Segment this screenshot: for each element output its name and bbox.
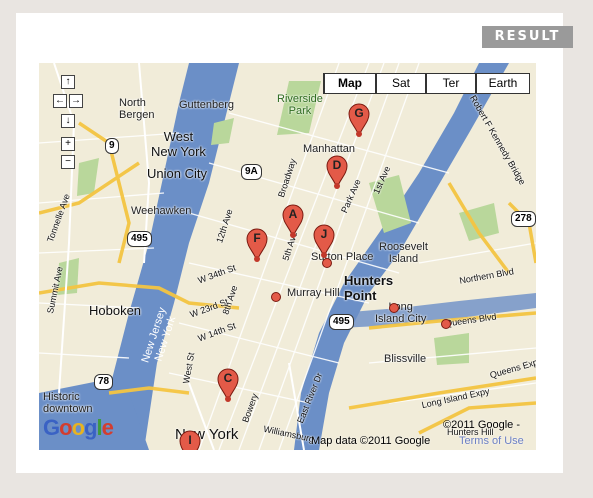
label-murray-hill: Murray Hill — [287, 287, 340, 299]
copyright-text: ©2011 Google - — [443, 419, 521, 431]
label-hoboken: Hoboken — [89, 303, 142, 318]
label-weehawken: Weehawken — [131, 205, 192, 217]
route-9-shield: 9 — [105, 138, 119, 154]
terms-of-use-link[interactable]: Terms of Use — [459, 435, 524, 447]
label-blissville: Blissville — [384, 353, 427, 365]
poi-dot[interactable] — [322, 258, 332, 268]
pan-down-button[interactable]: ↓ — [61, 114, 75, 128]
poi-dot[interactable] — [271, 292, 281, 302]
map-type-ter-button[interactable]: Ter — [426, 73, 476, 94]
marker-c[interactable]: C — [217, 368, 239, 403]
pan-left-button[interactable]: ← — [53, 94, 67, 108]
label-roosevelt-island: Roosevelt Island — [379, 241, 428, 265]
label-long-island-city: Long Island City — [375, 301, 427, 325]
map-type-sat-button[interactable]: Sat — [376, 73, 426, 94]
map-viewport[interactable]: Map Sat Ter Earth ↑ ← → ↓ + − 9 9A 495 4… — [39, 63, 536, 450]
label-guttenberg: Guttenberg — [179, 99, 235, 111]
label-west-new-york: West New York — [151, 129, 206, 159]
poi-dot[interactable] — [389, 303, 399, 313]
zoom-in-button[interactable]: + — [61, 137, 75, 151]
pan-right-button[interactable]: → — [69, 94, 83, 108]
google-logo[interactable]: Google — [43, 415, 114, 441]
label-union-city: Union City — [147, 166, 207, 181]
zoom-out-button[interactable]: − — [61, 155, 75, 169]
label-manhattan: Manhattan — [303, 143, 355, 155]
marker-a[interactable]: A — [282, 204, 304, 239]
label-north-bergen: North Bergen — [119, 97, 155, 121]
result-badge: RESULT — [482, 26, 573, 48]
route-278-shield: 278 — [511, 211, 536, 227]
route-78-shield: 78 — [94, 374, 114, 390]
pan-up-button[interactable]: ↑ — [61, 75, 75, 89]
marker-g[interactable]: G — [348, 103, 370, 138]
route-9a-shield: 9A — [241, 164, 262, 180]
route-495-shield: 495 — [127, 231, 152, 247]
marker-i[interactable]: I — [179, 430, 201, 450]
label-historic-downtown: Historic downtown — [43, 391, 93, 415]
map-type-earth-button[interactable]: Earth — [476, 73, 530, 94]
marker-d[interactable]: D — [326, 155, 348, 190]
label-riverside-park: Riverside Park — [277, 93, 323, 117]
attribution-text: Map data ©2011 Google — [311, 435, 431, 447]
map-type-map-button[interactable]: Map — [323, 73, 377, 94]
route-495-east-shield: 495 — [329, 314, 354, 330]
label-hunters-point: Hunters Point — [344, 273, 394, 303]
marker-f[interactable]: F — [246, 228, 268, 263]
poi-dot[interactable] — [441, 319, 451, 329]
marker-j[interactable]: J — [313, 224, 335, 259]
